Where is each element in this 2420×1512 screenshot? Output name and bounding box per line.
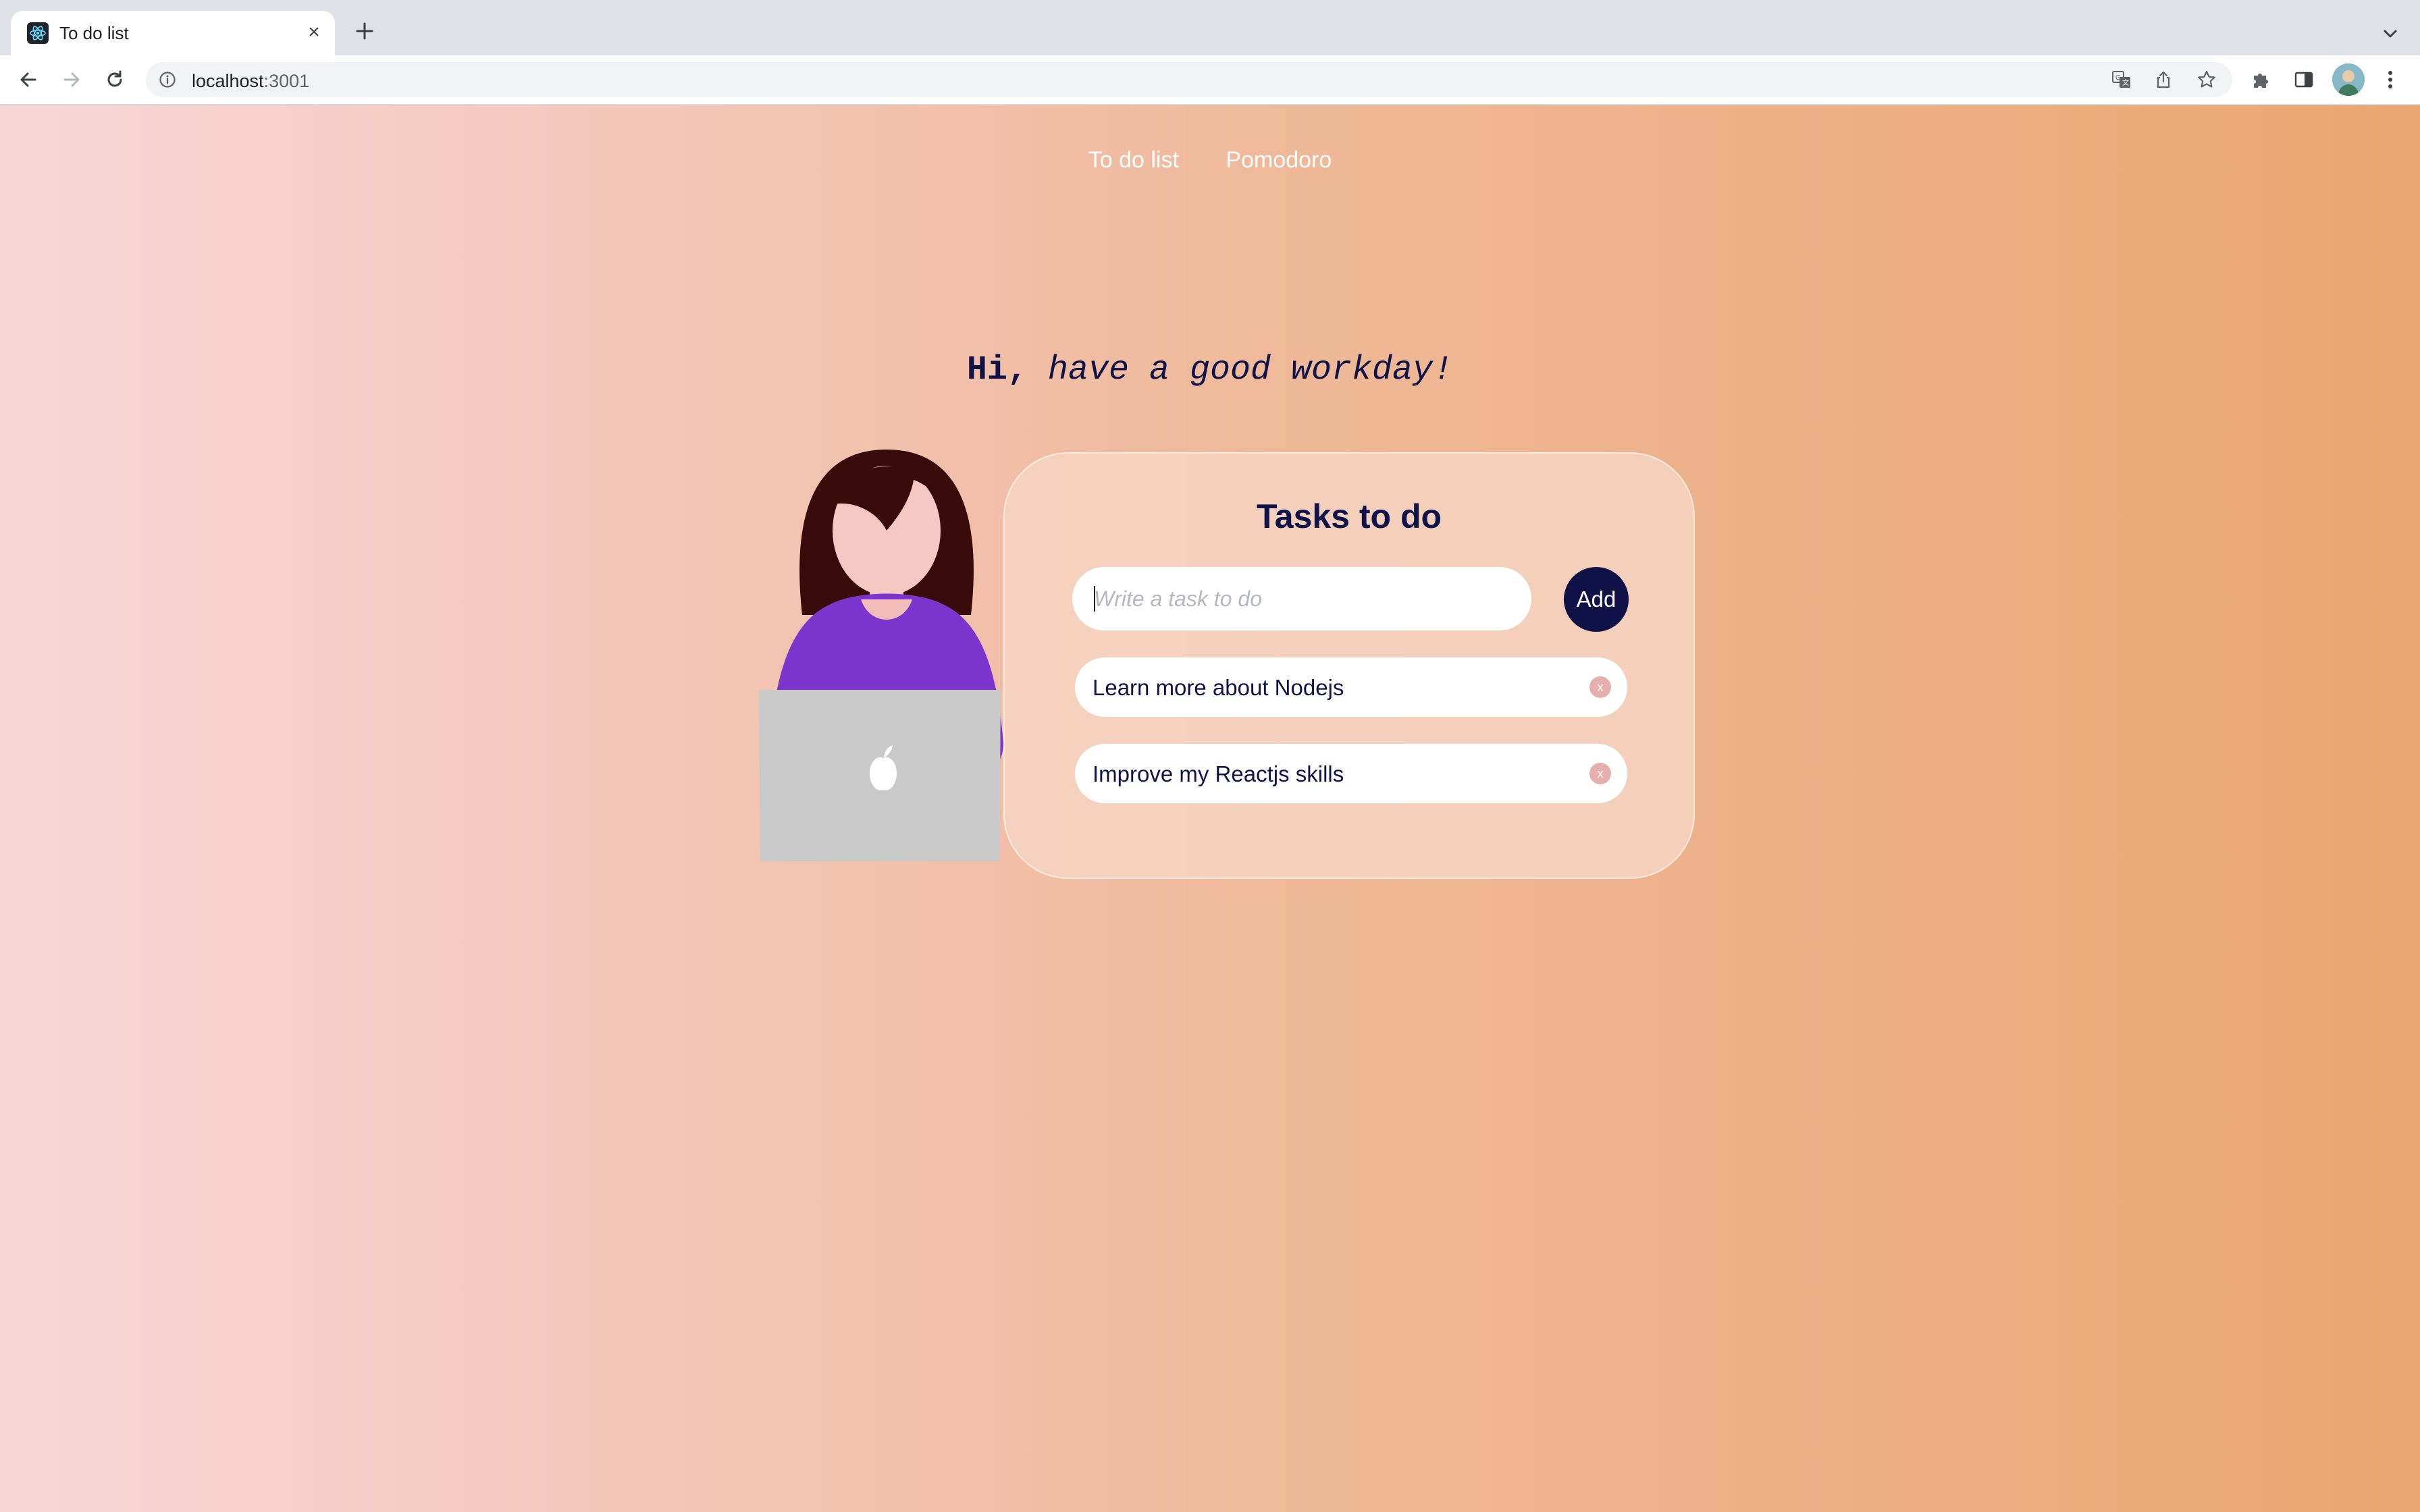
new-tab-button[interactable] xyxy=(351,18,378,45)
profile-avatar[interactable] xyxy=(2332,63,2365,96)
url-host: localhost xyxy=(192,71,264,91)
forward-arrow-icon xyxy=(63,72,80,87)
nav-link-todo[interactable]: To do list xyxy=(1088,147,1179,173)
woman-with-laptop-illustration xyxy=(759,450,1003,861)
chevron-down-icon xyxy=(2384,30,2397,38)
forward-button[interactable] xyxy=(55,63,88,96)
page-viewport: To do list Pomodoro Hi, have a good work… xyxy=(0,105,2420,1512)
task-text: Improve my Reactjs skills xyxy=(1093,761,1344,786)
star-icon xyxy=(2198,70,2215,88)
browser-tab[interactable]: To do list × xyxy=(11,11,335,55)
tasks-card: Tasks to do Add Learn more about Nodejs … xyxy=(1003,452,1695,879)
url-text[interactable]: localhost:3001 xyxy=(192,71,309,92)
task-text: Learn more about Nodejs xyxy=(1093,675,1344,700)
top-nav: To do list Pomodoro xyxy=(0,147,2420,173)
browser-tabstrip: To do list × xyxy=(0,0,2420,55)
info-icon xyxy=(159,72,176,88)
share-icon xyxy=(2157,71,2170,88)
task-item: Improve my Reactjs skills x xyxy=(1075,744,1627,803)
browser-toolbar: localhost:3001 G 文 xyxy=(0,55,2420,105)
text-caret xyxy=(1094,586,1095,612)
kebab-menu-icon xyxy=(2388,71,2392,88)
extensions-button[interactable] xyxy=(2244,63,2277,96)
address-bar[interactable]: localhost:3001 G 文 xyxy=(146,62,2232,97)
side-panel-icon xyxy=(2294,72,2313,88)
translate-button[interactable]: G 文 xyxy=(2109,68,2134,92)
svg-text:文: 文 xyxy=(2122,78,2129,87)
browser-menu-button[interactable] xyxy=(2374,63,2406,96)
react-logo-icon xyxy=(30,26,46,40)
translate-icon: G 文 xyxy=(2112,71,2130,88)
greeting-message: have a good workday! xyxy=(1047,351,1454,389)
tasks-title: Tasks to do xyxy=(1256,497,1442,535)
url-port: :3001 xyxy=(263,71,310,91)
plus-icon xyxy=(356,22,373,40)
reload-icon xyxy=(107,70,122,87)
bookmark-button[interactable] xyxy=(2194,68,2219,92)
greeting-heading: Hi, have a good workday! xyxy=(0,351,2420,389)
add-task-button[interactable]: Add xyxy=(1564,567,1629,632)
reload-button[interactable] xyxy=(99,63,131,96)
site-info-icon[interactable] xyxy=(158,70,177,89)
react-favicon-icon xyxy=(27,22,49,44)
nav-link-pomodoro[interactable]: Pomodoro xyxy=(1226,147,1332,173)
share-button[interactable] xyxy=(2151,68,2176,92)
tab-close-icon[interactable]: × xyxy=(302,21,325,44)
task-item: Learn more about Nodejs x xyxy=(1075,657,1627,717)
back-arrow-icon xyxy=(20,72,36,87)
back-button[interactable] xyxy=(12,63,45,96)
task-input[interactable] xyxy=(1072,567,1531,630)
tab-search-button[interactable] xyxy=(2377,20,2404,47)
side-panel-button[interactable] xyxy=(2288,63,2320,96)
tab-title: To do list xyxy=(59,23,129,43)
delete-task-button[interactable]: x xyxy=(1589,763,1611,784)
puzzle-icon xyxy=(2254,74,2268,88)
avatar-image xyxy=(2332,63,2365,96)
greeting-hi: Hi, xyxy=(966,351,1028,389)
delete-task-button[interactable]: x xyxy=(1589,676,1611,698)
